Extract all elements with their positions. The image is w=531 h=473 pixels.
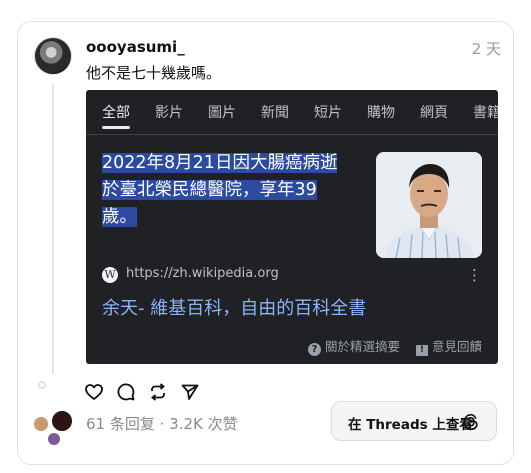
tab-videos: 影片 bbox=[155, 105, 183, 121]
featured-snippet: 2022年8月21日因大腸癌病逝 於臺北榮民總醫院，享年39 歲。 bbox=[102, 150, 372, 231]
snippet-line-3: 歲。 bbox=[102, 207, 137, 227]
tab-web: 網頁 bbox=[420, 105, 448, 121]
person-photo bbox=[376, 152, 482, 258]
snippet-footer: ? 關於精選摘要 ! 意見回饋 bbox=[307, 336, 482, 356]
about-snippets-link[interactable]: 關於精選摘要 bbox=[325, 339, 400, 354]
tab-images: 圖片 bbox=[208, 105, 236, 121]
thread-line bbox=[52, 84, 54, 374]
snippet-line-1: 2022年8月21日因大腸癌病逝 bbox=[102, 153, 338, 173]
repost-icon[interactable] bbox=[148, 382, 168, 402]
feedback-icon: ! bbox=[415, 345, 428, 356]
snippet-line-2: 於臺北榮民總醫院，享年39 bbox=[102, 180, 317, 200]
question-icon: ? bbox=[307, 343, 321, 356]
view-on-threads-button[interactable]: 在 Threads 上查看 bbox=[331, 401, 497, 441]
replier-avatar bbox=[51, 410, 73, 432]
share-icon[interactable] bbox=[180, 382, 200, 402]
active-tab-indicator bbox=[102, 126, 130, 129]
tab-all: 全部 bbox=[102, 105, 130, 121]
username[interactable]: oooyasumi_ bbox=[86, 38, 185, 56]
wikipedia-icon: W bbox=[102, 267, 118, 283]
post-stats[interactable]: 61 条回复 · 3.2K 次赞 bbox=[86, 413, 238, 434]
tab-shorts: 短片 bbox=[314, 105, 342, 121]
comment-icon[interactable] bbox=[116, 382, 136, 402]
threads-logo-icon bbox=[462, 413, 480, 431]
feedback-link[interactable]: 意見回饋 bbox=[432, 339, 482, 354]
replier-avatar bbox=[33, 416, 49, 432]
post-time: 2 天 bbox=[471, 40, 501, 58]
tab-news: 新聞 bbox=[261, 105, 289, 121]
source-url[interactable]: https://zh.wikipedia.org bbox=[126, 266, 279, 281]
result-source[interactable]: W https://zh.wikipedia.org ⋮ bbox=[102, 266, 482, 286]
tabs-divider bbox=[86, 134, 498, 135]
thread-end-dot bbox=[38, 381, 46, 389]
tab-books: 書籍 bbox=[473, 105, 498, 121]
result-title-link[interactable]: 余天- 維基百科，自由的百科全書 bbox=[102, 294, 366, 320]
view-on-threads-label: 在 Threads 上查看 bbox=[348, 417, 473, 433]
embedded-screenshot[interactable]: 全部 影片 圖片 新聞 短片 購物 網頁 書籍 2022年8月21日因大腸癌病逝… bbox=[86, 90, 498, 364]
replier-avatar bbox=[47, 432, 61, 446]
search-tabs: 全部 影片 圖片 新聞 短片 購物 網頁 書籍 bbox=[86, 90, 498, 134]
post-text: 他不是七十幾歲嗎。 bbox=[86, 64, 222, 82]
heart-icon[interactable] bbox=[84, 382, 104, 402]
more-options-icon[interactable]: ⋮ bbox=[467, 266, 482, 284]
tab-shopping: 購物 bbox=[367, 105, 395, 121]
avatar[interactable] bbox=[34, 37, 72, 75]
replier-avatars bbox=[33, 410, 73, 446]
